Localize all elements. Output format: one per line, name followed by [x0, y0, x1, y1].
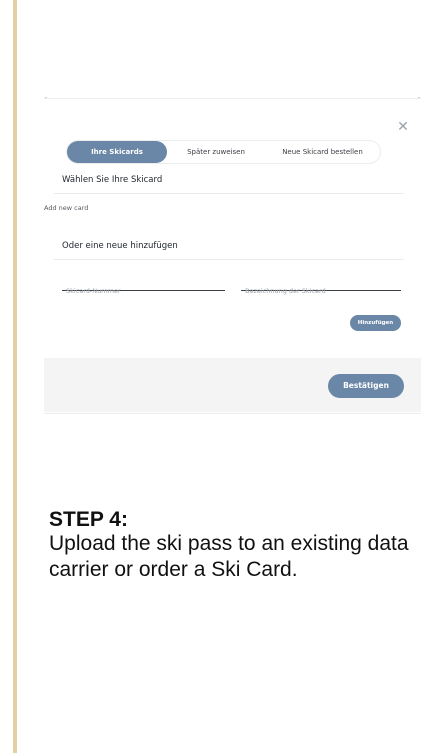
divider — [54, 259, 404, 260]
skicard-number-field — [62, 278, 229, 297]
side-accent-bar — [13, 0, 17, 753]
skicard-number-input[interactable] — [62, 285, 229, 297]
add-button[interactable]: Hinzufügen — [350, 315, 401, 331]
skicard-name-input[interactable] — [241, 285, 405, 297]
add-new-card-link[interactable]: Add new card — [44, 204, 88, 212]
step-description: Upload the ski pass to an existing data … — [49, 532, 409, 581]
tab-bar: Ihre Skicards Später zuweisen Neue Skica… — [66, 140, 381, 164]
close-icon[interactable]: ✕ — [396, 120, 410, 134]
skicard-name-field — [241, 278, 405, 297]
tab-neue-skicard-bestellen[interactable]: Neue Skicard bestellen — [265, 141, 380, 163]
confirm-button[interactable]: Bestätigen — [328, 374, 404, 398]
divider — [54, 193, 404, 194]
select-skicard-heading: Wählen Sie Ihre Skicard — [62, 175, 163, 185]
add-new-heading: Oder eine neue hinzufügen — [62, 241, 178, 251]
step-title: STEP 4: — [49, 508, 128, 531]
tab-spaeter-zuweisen[interactable]: Später zuweisen — [171, 141, 261, 163]
tab-ihre-skicards[interactable]: Ihre Skicards — [67, 141, 167, 163]
